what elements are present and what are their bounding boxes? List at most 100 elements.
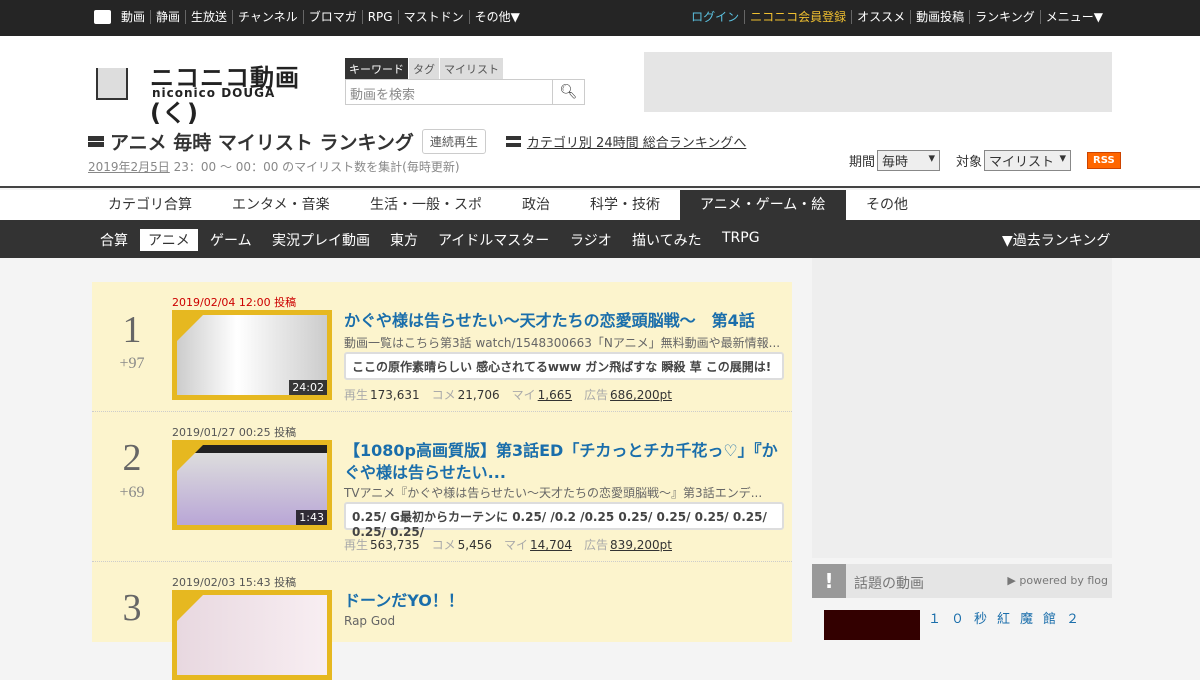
post-date: 2019/02/04 12:00 投稿 <box>172 296 297 309</box>
ranking-link[interactable]: ランキング <box>969 10 1040 24</box>
post-date: 2019/02/03 15:43 投稿 <box>172 576 297 589</box>
search-button[interactable]: 🔍︎ <box>552 79 585 105</box>
target-label: 対象 <box>956 155 983 170</box>
video-description: Rap God <box>344 614 396 628</box>
nav-mastodon[interactable]: マストドン <box>397 10 469 24</box>
rank-delta: +69 <box>119 484 145 501</box>
comment-count: 5,456 <box>457 538 493 552</box>
ranking-item: 2 +69 2019/01/27 00:25 投稿 1:43 【1080p高画質… <box>92 412 792 562</box>
search-input[interactable]: 動画を検索 <box>345 79 553 105</box>
tab-science[interactable]: 科学・技術 <box>570 190 680 220</box>
duration: 1:43 <box>296 510 327 525</box>
powered-by-flog-link[interactable]: ▶ powered by flog <box>1007 574 1108 587</box>
mylist-count[interactable]: 1,665 <box>538 388 572 402</box>
list-icon <box>88 136 104 147</box>
subnav-anime[interactable]: アニメ <box>140 229 198 251</box>
chevron-down-icon: ▾ <box>928 151 936 166</box>
ad-points[interactable]: 686,200pt <box>610 388 672 402</box>
subnav-imas[interactable]: アイドルマスター <box>430 229 557 251</box>
recommend-link[interactable]: オススメ <box>851 10 910 24</box>
login-link[interactable]: ログイン <box>686 10 744 24</box>
nav-seiga[interactable]: 静画 <box>150 10 185 24</box>
past-ranking-link[interactable]: ▼過去ランキング <box>994 229 1118 251</box>
page-title: アニメ 毎時 マイリスト ランキング <box>110 132 414 154</box>
tab-all[interactable]: カテゴリ合算 <box>88 190 212 220</box>
header: ニコニコ動画(く) niconico DOUGA キーワード タグ マイリスト … <box>0 36 1200 188</box>
niconico-logo[interactable]: ニコニコ動画(く) niconico DOUGA <box>92 56 332 127</box>
ad-banner <box>644 52 1112 112</box>
trending-thumbnail[interactable] <box>824 610 920 640</box>
subnav-game[interactable]: ゲーム <box>202 229 260 251</box>
aggregation-period: 23：00 ～ 00：00 のマイリスト数を集計(毎時更新) <box>169 160 460 174</box>
nav-rpg[interactable]: RPG <box>361 10 398 24</box>
search-tab-tag[interactable]: タグ <box>409 58 439 80</box>
play-label: 再生 <box>344 388 369 402</box>
rank-number: 3 <box>122 587 142 629</box>
grid-icon <box>505 136 521 147</box>
video-description: 動画一覧はこちら第3話 watch/1548300663「Nアニメ」無料動画や最… <box>344 336 781 350</box>
play-label: 再生 <box>344 538 369 552</box>
duration: 24:02 <box>289 380 327 395</box>
video-title[interactable]: ドーンだYO！！ <box>344 590 784 612</box>
tab-anime-game[interactable]: アニメ・ゲーム・絵 <box>680 190 846 220</box>
tab-life[interactable]: 生活・一般・スポ <box>350 190 502 220</box>
ad-label: 広告 <box>584 538 609 552</box>
continuous-play-button[interactable]: 連続再生 <box>421 129 486 154</box>
rss-button[interactable]: RSS <box>1087 152 1121 169</box>
menu-link[interactable]: メニュー▼ <box>1039 10 1108 24</box>
subnav-drawing[interactable]: 描いてみた <box>624 229 710 251</box>
video-thumbnail[interactable]: 24:02 <box>172 310 332 400</box>
nav-other[interactable]: その他▼ <box>468 10 525 24</box>
latest-comments: 0.25/ G最初からカーテンに 0.25/ /0.2 /0.25 0.25/ … <box>344 502 784 539</box>
global-nav: 動画 静画 生放送 チャンネル ブロマガ RPG マストドン その他▼ ログイン… <box>0 0 1200 36</box>
target-select[interactable]: マイリスト ▾ <box>984 150 1072 171</box>
period-value: 毎時 <box>882 155 909 170</box>
cup-icon <box>96 68 128 100</box>
search-tab-mylist[interactable]: マイリスト <box>440 58 503 80</box>
tab-entertainment[interactable]: エンタメ・音楽 <box>212 190 350 220</box>
video-description: TVアニメ『かぐや様は告らせたい～天才たちの恋愛頭脳戦～』第3話エンデ... <box>344 486 763 500</box>
tab-politics[interactable]: 政治 <box>502 190 570 220</box>
register-link[interactable]: ニコニコ会員登録 <box>744 10 851 24</box>
play-count: 173,631 <box>370 388 420 402</box>
subnav-jikkyo[interactable]: 実況プレイ動画 <box>264 229 378 251</box>
nav-blomaga[interactable]: ブロマガ <box>302 10 362 24</box>
video-title[interactable]: かぐや様は告らせたい～天才たちの恋愛頭脳戦～ 第4話 <box>344 310 784 332</box>
period-select[interactable]: 毎時 ▾ <box>877 150 941 171</box>
nav-channel[interactable]: チャンネル <box>232 10 303 24</box>
video-stats: 再生 563,735 コメ 5,456 マイ 14,704 広告 839,200pt <box>344 536 684 553</box>
ranking-item: 3 2019/02/03 15:43 投稿 ドーンだYO！！ Rap God <box>92 562 792 680</box>
subnav-touhou[interactable]: 東方 <box>382 229 426 251</box>
mylist-count[interactable]: 14,704 <box>530 538 572 552</box>
play-count: 563,735 <box>370 538 420 552</box>
sidebar-ad <box>812 258 1112 558</box>
video-thumbnail[interactable]: 1:43 <box>172 440 332 530</box>
subnav-radio[interactable]: ラジオ <box>562 229 620 251</box>
video-title[interactable]: 【1080p高画質版】第3話ED「チカっとチカ千花っ♡」『かぐや様は告らせたい.… <box>344 440 784 484</box>
search-tab-keyword[interactable]: キーワード <box>345 58 408 80</box>
nav-live[interactable]: 生放送 <box>185 10 232 24</box>
nav-douga[interactable]: 動画 <box>116 10 150 24</box>
mylist-label: マイ <box>511 388 536 402</box>
rank-number: 2 <box>122 437 142 479</box>
sub-category-nav: 合算 アニメ ゲーム 実況プレイ動画 東方 アイドルマスター ラジオ 描いてみた… <box>0 220 1200 258</box>
category-tabs: カテゴリ合算 エンタメ・音楽 生活・一般・スポ 政治 科学・技術 アニメ・ゲーム… <box>0 190 1200 220</box>
ad-label: 広告 <box>584 388 609 402</box>
trending-video-title[interactable]: １０秒紅魔館２ <box>928 608 1089 627</box>
video-thumbnail[interactable] <box>172 590 332 680</box>
date-link[interactable]: 2019年2月5日 <box>88 160 170 174</box>
ranking-list: 1 +97 2019/02/04 12:00 投稿 24:02 かぐや様は告らせ… <box>92 282 792 680</box>
latest-comments: ここの原作素晴らしい 感心されてるwww ガン飛ばすな 瞬殺 草 この展開は! <box>344 352 784 380</box>
subnav-all[interactable]: 合算 <box>92 229 136 251</box>
niconico-tv-icon[interactable] <box>94 10 111 24</box>
search-icon: 🔍︎ <box>559 84 578 100</box>
period-label: 期間 <box>849 155 876 170</box>
subnav-trpg[interactable]: TRPG <box>714 229 768 247</box>
category-ranking-link[interactable]: カテゴリ別 24時間 総合ランキングへ <box>505 132 746 151</box>
megaphone-icon <box>177 445 203 471</box>
ranking-item: 1 +97 2019/02/04 12:00 投稿 24:02 かぐや様は告らせ… <box>92 282 792 412</box>
upload-link[interactable]: 動画投稿 <box>910 10 969 24</box>
ad-points[interactable]: 839,200pt <box>610 538 672 552</box>
tab-other[interactable]: その他 <box>846 190 928 220</box>
trending-title: 話題の動画 <box>854 576 924 592</box>
